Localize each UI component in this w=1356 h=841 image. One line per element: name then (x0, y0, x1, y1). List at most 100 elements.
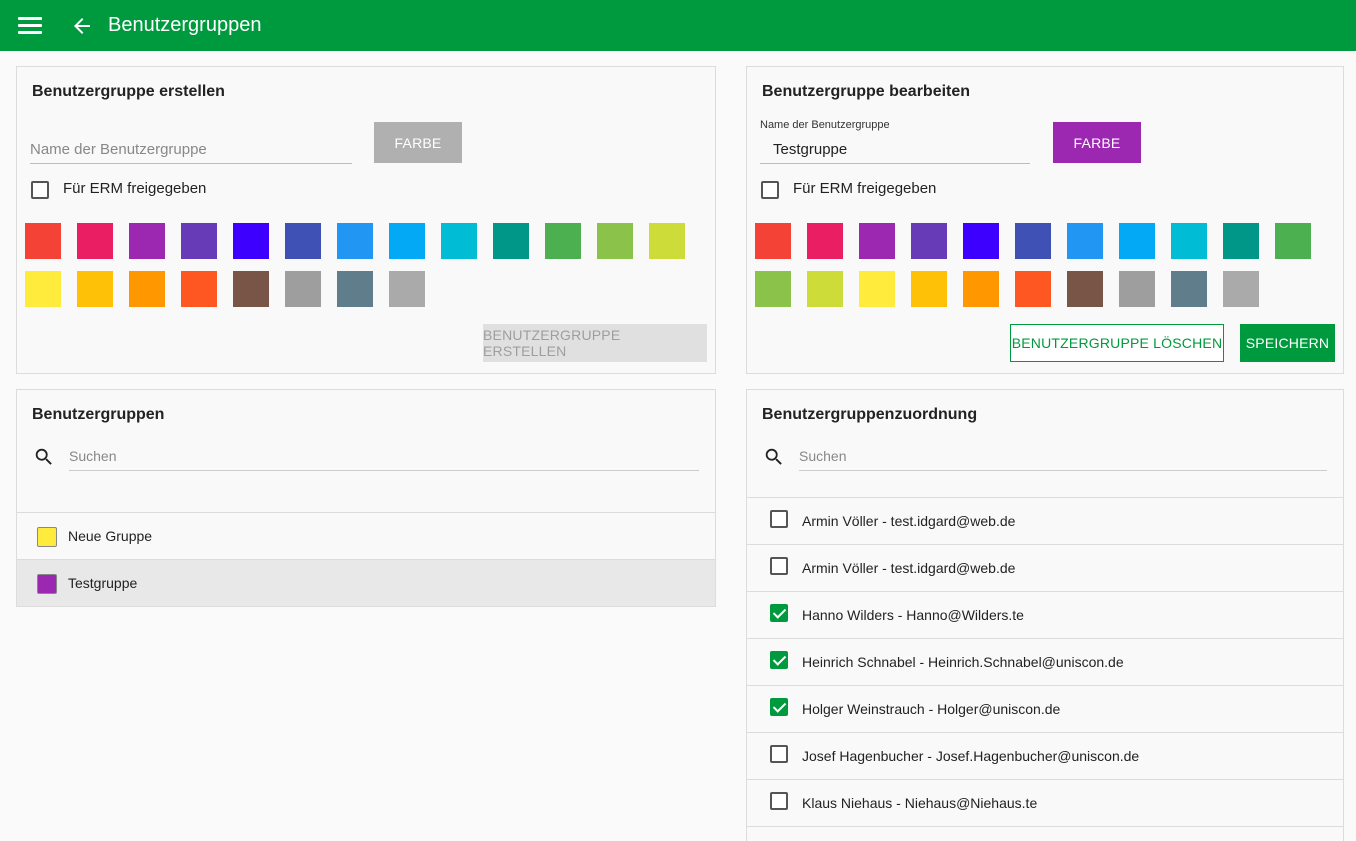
user-row: Klaus Niehaus - Niehaus@Niehaus.te (747, 780, 1343, 827)
color-swatch[interactable] (337, 271, 373, 307)
user-label: Josef Hagenbucher - Josef.Hagenbucher@un… (802, 748, 1140, 764)
edit-panel-title: Benutzergruppe bearbeiten (762, 83, 971, 100)
color-swatch[interactable] (77, 271, 113, 307)
color-swatch[interactable] (1171, 271, 1207, 307)
create-name-input[interactable] (30, 141, 352, 158)
user-label: Klaus Niehaus - Niehaus@Niehaus.te (802, 795, 1038, 811)
color-swatch[interactable] (389, 271, 425, 307)
user-label: Armin Völler - test.idgard@web.de (802, 560, 1016, 576)
color-swatch[interactable] (129, 223, 165, 259)
color-swatch[interactable] (1015, 223, 1051, 259)
color-swatch[interactable] (1275, 223, 1311, 259)
user-assign-checkbox[interactable] (770, 651, 788, 669)
delete-group-button[interactable]: BENUTZERGRUPPE LÖSCHEN (1010, 324, 1224, 362)
color-swatch[interactable] (545, 223, 581, 259)
user-row: Hanno Wilders - Hanno@Wilders.te (747, 592, 1343, 639)
color-swatch[interactable] (285, 271, 321, 307)
edit-color-swatches (755, 223, 1311, 307)
color-swatch[interactable] (1119, 223, 1155, 259)
create-erm-label: Für ERM freigegeben (63, 180, 207, 197)
search-icon (765, 448, 782, 465)
groups-search-input[interactable] (69, 448, 699, 464)
color-swatch[interactable] (77, 223, 113, 259)
color-swatch[interactable] (1015, 271, 1051, 307)
color-swatch[interactable] (1171, 223, 1207, 259)
create-erm-checkbox[interactable] (31, 181, 49, 199)
user-assign-checkbox[interactable] (770, 510, 788, 528)
user-row: Heinrich Schnabel - Heinrich.Schnabel@un… (747, 639, 1343, 686)
edit-name-field: Name der Benutzergruppe (760, 119, 1030, 164)
color-swatch[interactable] (911, 223, 947, 259)
create-name-field (30, 141, 352, 164)
color-swatch[interactable] (963, 271, 999, 307)
create-color-swatches (25, 223, 685, 307)
assignment-panel-title: Benutzergruppenzuordnung (762, 406, 978, 423)
color-swatch[interactable] (181, 271, 217, 307)
color-swatch[interactable] (233, 271, 269, 307)
arrow-back-icon[interactable] (70, 14, 94, 38)
edit-name-input[interactable] (760, 141, 1030, 158)
group-row[interactable]: Neue Gruppe (17, 513, 715, 560)
group-name: Testgruppe (68, 575, 138, 591)
groups-panel-title: Benutzergruppen (32, 406, 165, 423)
user-assign-checkbox[interactable] (770, 698, 788, 716)
color-swatch[interactable] (859, 223, 895, 259)
user-row: Armin Völler - test.idgard@web.de (747, 545, 1343, 592)
assignment-search-input[interactable] (799, 448, 1327, 464)
user-label: Armin Völler - test.idgard@web.de (802, 513, 1016, 529)
user-row: Holger Weinstrauch - Holger@uniscon.de (747, 686, 1343, 733)
color-swatch[interactable] (807, 271, 843, 307)
edit-erm-checkbox[interactable] (761, 181, 779, 199)
color-swatch[interactable] (129, 271, 165, 307)
user-label: Heinrich Schnabel - Heinrich.Schnabel@un… (802, 654, 1124, 670)
page-title: Benutzergruppen (108, 14, 262, 36)
color-swatch[interactable] (25, 223, 61, 259)
save-button[interactable]: SPEICHERN (1240, 324, 1335, 362)
groups-search-field (69, 448, 699, 471)
color-swatch[interactable] (389, 223, 425, 259)
color-swatch[interactable] (649, 223, 685, 259)
color-swatch[interactable] (1119, 271, 1155, 307)
color-swatch[interactable] (807, 223, 843, 259)
color-swatch[interactable] (493, 223, 529, 259)
menu-icon[interactable] (18, 17, 42, 35)
groups-panel: Benutzergruppen Neue Gruppe Testgruppe (16, 389, 716, 607)
edit-erm-label: Für ERM freigegeben (793, 180, 937, 197)
create-panel-title: Benutzergruppe erstellen (32, 83, 225, 100)
color-swatch[interactable] (337, 223, 373, 259)
user-assign-checkbox[interactable] (770, 792, 788, 810)
edit-group-panel: Benutzergruppe bearbeiten Name der Benut… (746, 66, 1344, 374)
edit-color-button[interactable]: FARBE (1053, 122, 1141, 163)
color-swatch[interactable] (181, 223, 217, 259)
assignment-search-field (799, 448, 1327, 471)
color-swatch[interactable] (1067, 223, 1103, 259)
user-row: Josef Hagenbucher - Josef.Hagenbucher@un… (747, 733, 1343, 780)
color-swatch[interactable] (1223, 223, 1259, 259)
user-label: Hanno Wilders - Hanno@Wilders.te (802, 607, 1024, 623)
create-color-button[interactable]: FARBE (374, 122, 462, 163)
group-color-chip (37, 574, 57, 594)
color-swatch[interactable] (963, 223, 999, 259)
color-swatch[interactable] (1067, 271, 1103, 307)
group-name: Neue Gruppe (68, 528, 153, 544)
user-row: Armin Völler - test.idgard@web.de (747, 498, 1343, 545)
app-header: Benutzergruppen (0, 0, 1356, 51)
color-swatch[interactable] (911, 271, 947, 307)
user-assign-checkbox[interactable] (770, 745, 788, 763)
user-assign-checkbox[interactable] (770, 557, 788, 575)
color-swatch[interactable] (441, 223, 477, 259)
user-label: Holger Weinstrauch - Holger@uniscon.de (802, 701, 1061, 717)
color-swatch[interactable] (233, 223, 269, 259)
group-row[interactable]: Testgruppe (17, 560, 715, 607)
user-assign-checkbox[interactable] (770, 604, 788, 622)
color-swatch[interactable] (1223, 271, 1259, 307)
color-swatch[interactable] (755, 223, 791, 259)
assignment-panel: Benutzergruppenzuordnung Armin Völler - … (746, 389, 1344, 841)
create-group-panel: Benutzergruppe erstellen FARBE Für ERM f… (16, 66, 716, 374)
color-swatch[interactable] (755, 271, 791, 307)
color-swatch[interactable] (25, 271, 61, 307)
color-swatch[interactable] (597, 223, 633, 259)
create-group-button[interactable]: BENUTZERGRUPPE ERSTELLEN (483, 324, 707, 362)
color-swatch[interactable] (859, 271, 895, 307)
color-swatch[interactable] (285, 223, 321, 259)
